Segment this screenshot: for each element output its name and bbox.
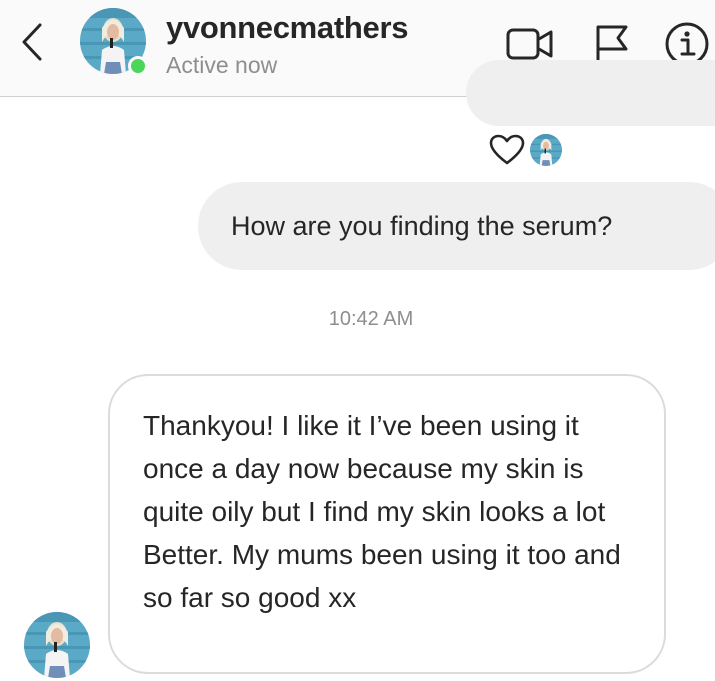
reactor-avatar	[530, 134, 562, 166]
chat-username[interactable]: yvonnecmathers	[166, 10, 408, 46]
active-status-dot	[128, 56, 148, 76]
message-reaction-row	[488, 132, 562, 168]
active-status-text: Active now	[166, 52, 278, 78]
profile-avatar[interactable]	[80, 8, 148, 76]
flag-icon	[596, 25, 628, 65]
video-camera-icon	[506, 28, 553, 60]
dm-conversation-screen: yvonnecmathers Active now How are you fi…	[0, 0, 715, 681]
sender-avatar[interactable]	[24, 612, 90, 678]
sent-message-bubble[interactable]: How are you finding the serum?	[198, 182, 715, 270]
sent-message-text: How are you finding the serum?	[231, 210, 613, 241]
chevron-left-icon	[22, 23, 42, 61]
message-timestamp: 10:42 AM	[328, 308, 414, 330]
received-message-bubble[interactable]: Thankyou! I like it I’ve been using it o…	[108, 374, 666, 674]
received-message-text: Thankyou! I like it I’ve been using it o…	[143, 410, 621, 613]
heart-icon	[489, 134, 525, 165]
heart-reaction[interactable]	[488, 132, 526, 168]
back-button[interactable]	[14, 20, 50, 64]
previous-sent-message-bubble[interactable]	[466, 60, 715, 126]
